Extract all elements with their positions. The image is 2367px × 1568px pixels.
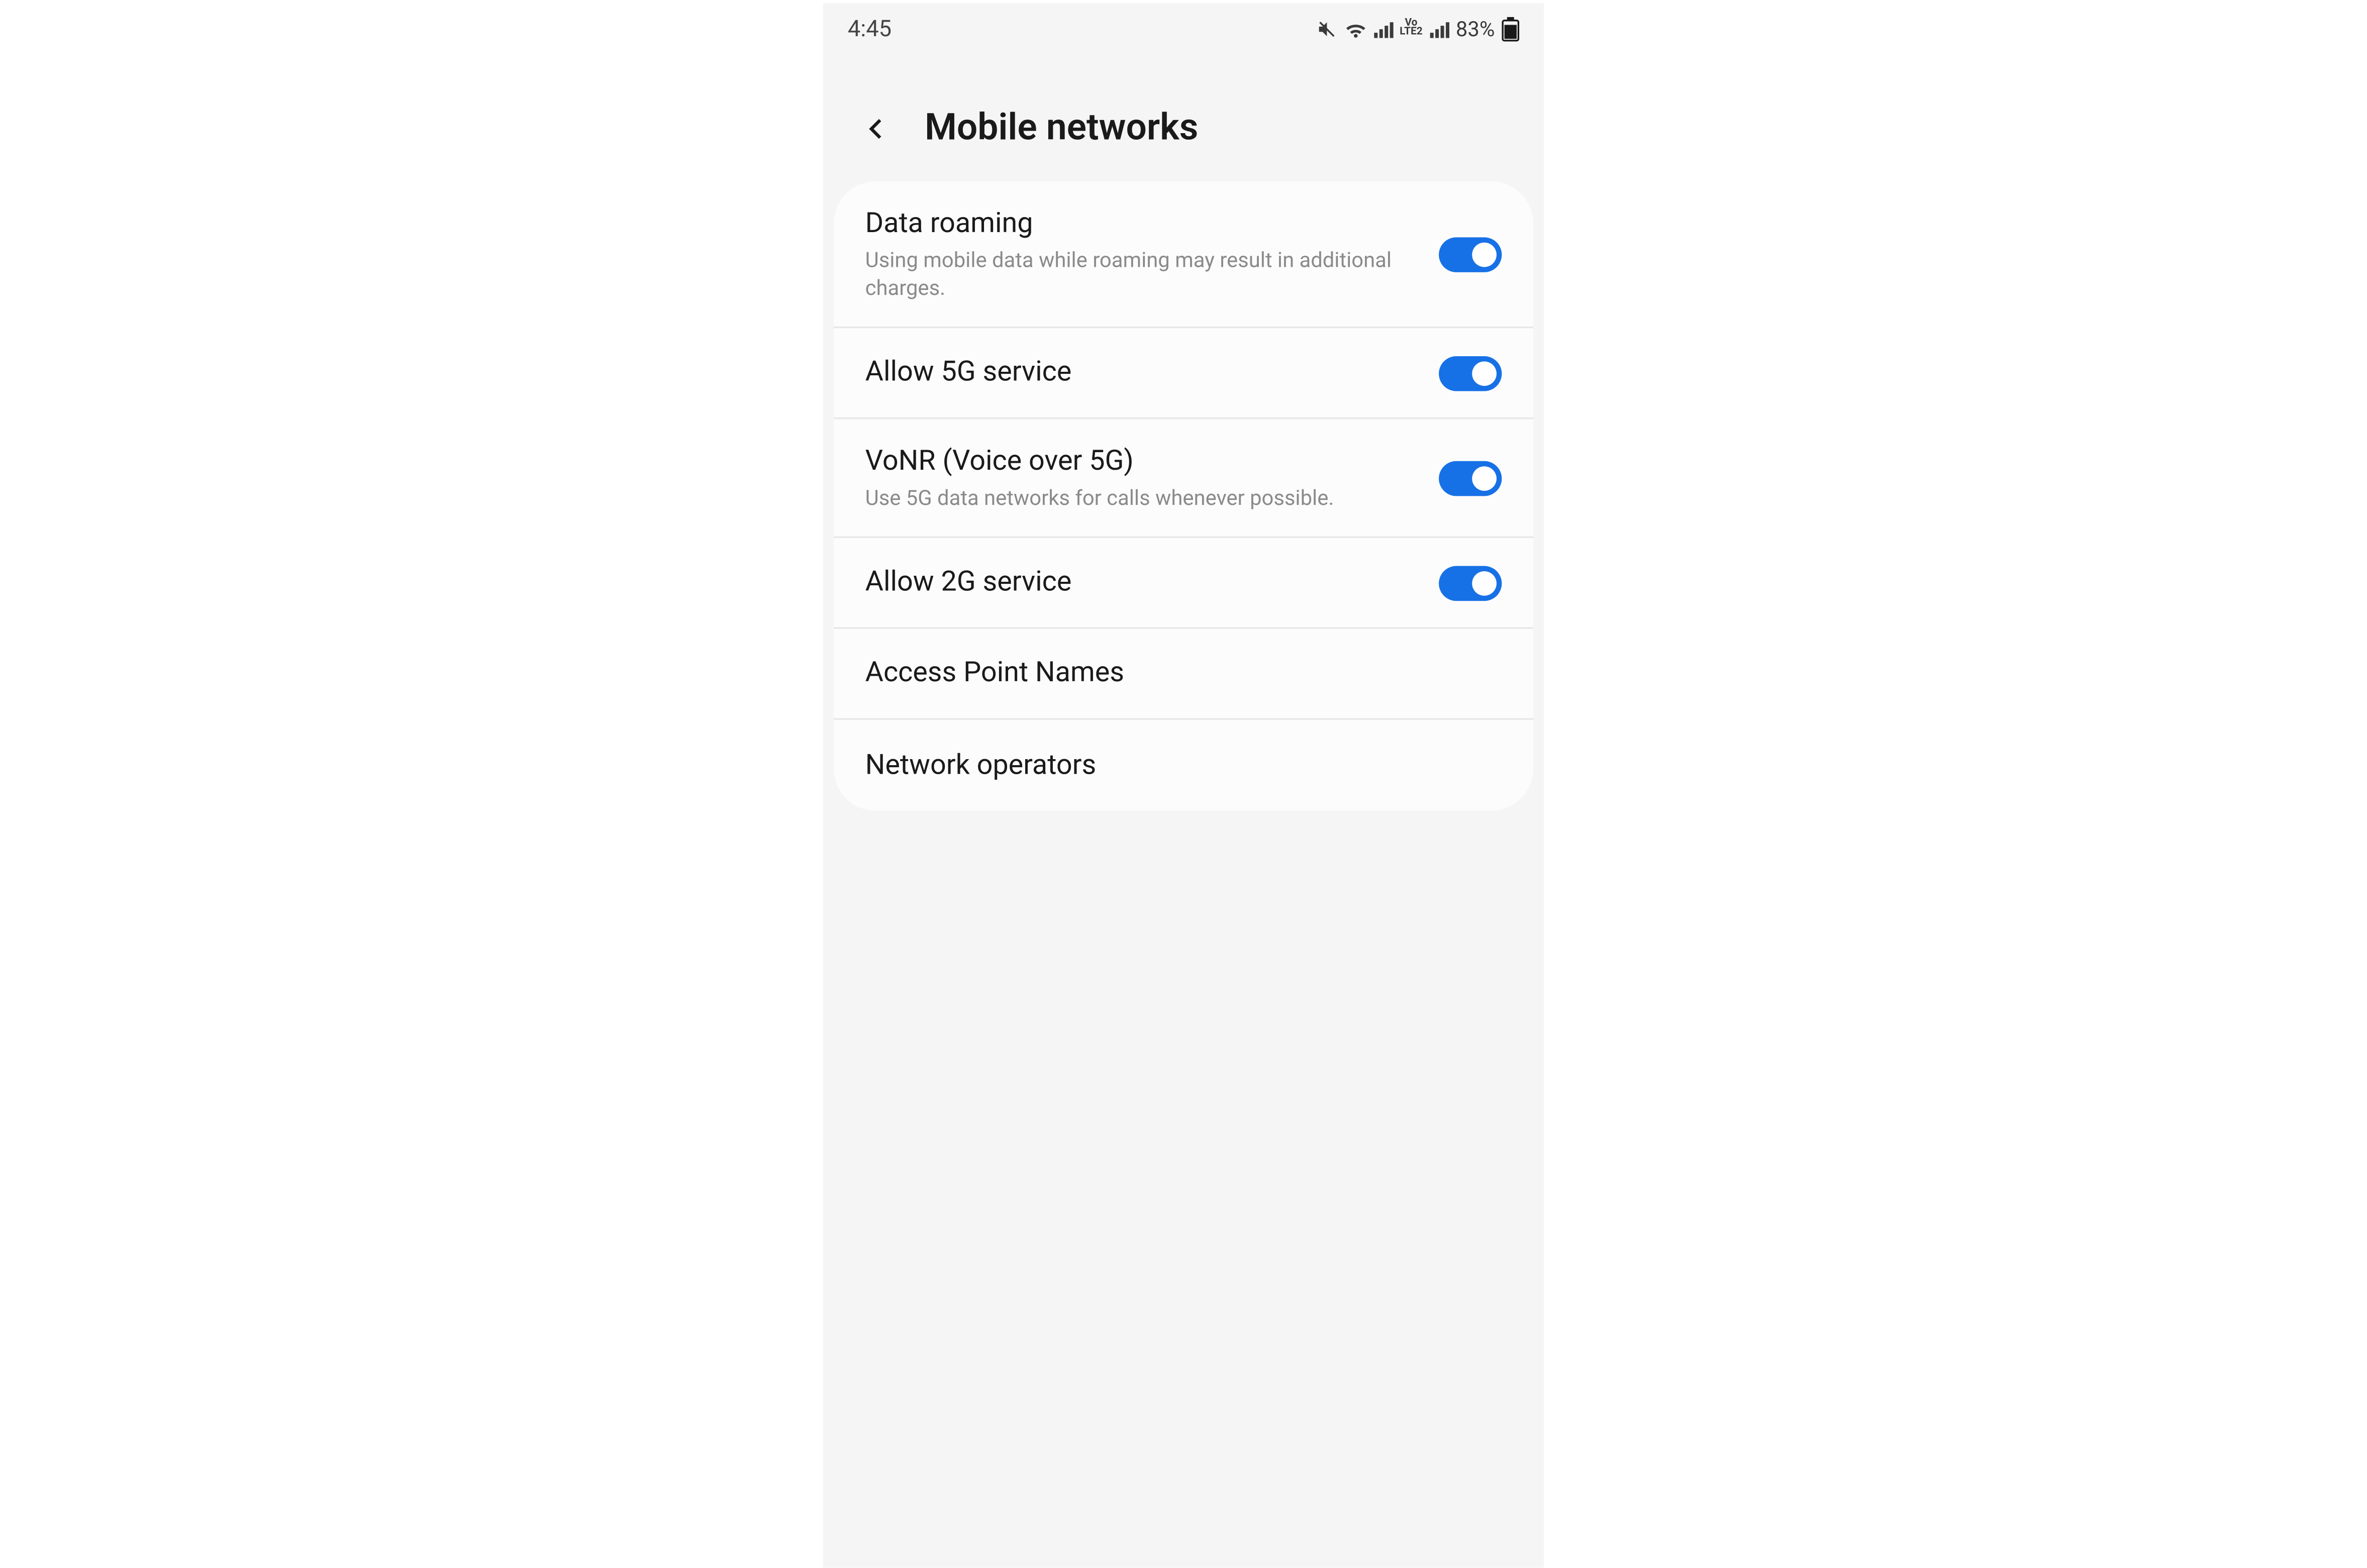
status-bar: 4:45 Vo LTE2 83% xyxy=(823,3,1544,55)
chevron-left-icon xyxy=(858,112,894,147)
toggle-allow-5g[interactable] xyxy=(1439,356,1502,391)
setting-apn[interactable]: Access Point Names xyxy=(834,629,1533,720)
toggle-data-roaming[interactable] xyxy=(1439,237,1502,272)
setting-title: Access Point Names xyxy=(865,656,1481,692)
volte-icon: Vo LTE2 xyxy=(1400,21,1423,38)
wifi-icon xyxy=(1344,20,1366,39)
setting-vonr[interactable]: VoNR (Voice over 5G) Use 5G data network… xyxy=(834,420,1533,539)
setting-title: Allow 2G service xyxy=(865,565,1418,601)
setting-subtitle: Use 5G data networks for calls whenever … xyxy=(865,484,1418,512)
setting-allow-2g[interactable]: Allow 2G service xyxy=(834,538,1533,629)
back-button[interactable] xyxy=(855,108,897,150)
setting-data-roaming[interactable]: Data roaming Using mobile data while roa… xyxy=(834,181,1533,329)
status-icons: Vo LTE2 83% xyxy=(1316,17,1519,42)
status-time: 4:45 xyxy=(848,16,892,42)
settings-card: Data roaming Using mobile data while roa… xyxy=(834,181,1533,811)
mute-icon xyxy=(1316,19,1337,40)
setting-title: Network operators xyxy=(865,748,1481,784)
signal-icon-1 xyxy=(1373,21,1393,38)
setting-subtitle: Using mobile data while roaming may resu… xyxy=(865,246,1418,302)
setting-title: Data roaming xyxy=(865,206,1418,242)
setting-title: VoNR (Voice over 5G) xyxy=(865,444,1418,480)
toggle-allow-2g[interactable] xyxy=(1439,565,1502,600)
toggle-vonr[interactable] xyxy=(1439,461,1502,496)
page-title: Mobile networks xyxy=(925,108,1198,150)
phone-screen: 4:45 Vo LTE2 83% xyxy=(823,3,1544,1568)
page-header: Mobile networks xyxy=(823,55,1544,181)
battery-icon xyxy=(1502,17,1519,42)
signal-icon-2 xyxy=(1430,21,1449,38)
setting-network-operators[interactable]: Network operators xyxy=(834,720,1533,811)
setting-allow-5g[interactable]: Allow 5G service xyxy=(834,329,1533,420)
setting-title: Allow 5G service xyxy=(865,355,1418,391)
battery-percent: 83% xyxy=(1456,17,1495,42)
